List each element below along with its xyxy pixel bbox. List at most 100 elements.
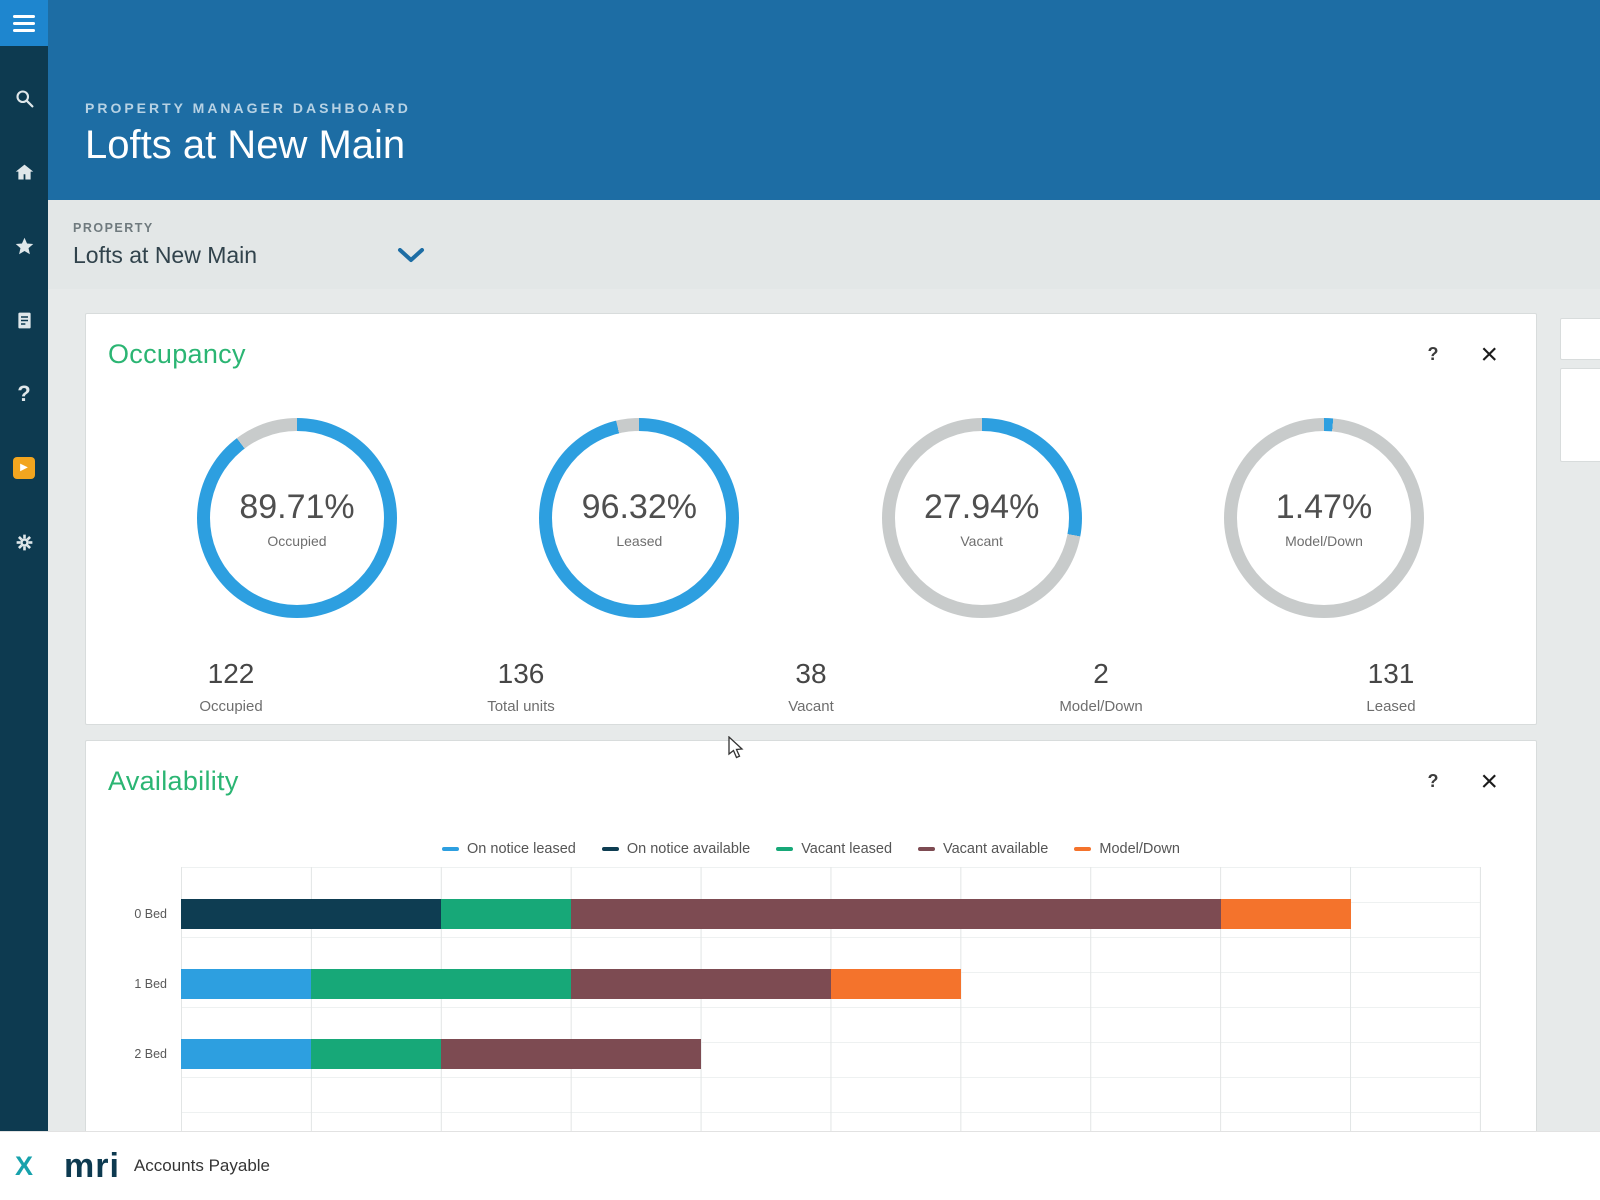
home-icon[interactable] [12,160,36,184]
legend-label: Vacant leased [801,841,892,857]
stat-label: Vacant [666,698,956,715]
stat-value: 131 [1246,658,1536,690]
bar-segment-vacant-leased[interactable] [311,1039,441,1069]
legend-item[interactable]: Vacant leased [776,841,892,857]
header: PROPERTY MANAGER DASHBOARD Lofts at New … [48,0,1600,200]
stat-label: Total units [376,698,666,715]
mri-logo: mri [64,1147,120,1186]
bar-category-label: 1 Bed [86,977,181,991]
gauge-label: Model/Down [1285,533,1363,549]
bar-segment-on-notice-leased[interactable] [181,1039,311,1069]
property-value: Lofts at New Main [73,242,257,269]
availability-card-header: Availability ? × [86,741,1536,797]
chevron-down-icon [397,248,425,264]
legend-item[interactable]: On notice leased [442,841,576,857]
bar-segment-vacant-available[interactable] [571,899,1221,929]
occupancy-close-button[interactable]: × [1480,340,1498,370]
header-eyebrow: PROPERTY MANAGER DASHBOARD [85,100,1600,116]
bar-track [181,899,1481,929]
page-title: Lofts at New Main [85,123,1600,168]
occupancy-gauges: 89.71% Occupied 96.32% Leased 27.94% Vac… [86,418,1536,618]
donut-leased: 96.32% Leased [539,418,739,618]
sidebar-icon-list: ? ▶ [12,86,36,554]
stat-vacant: 38 Vacant [666,658,956,715]
occupancy-title: Occupancy [108,339,246,370]
availability-help-button[interactable]: ? [1427,771,1438,792]
legend-item[interactable]: On notice available [602,841,750,857]
bar-segment-model-down[interactable] [1221,899,1351,929]
bar-track [181,1039,1481,1069]
menu-button[interactable] [0,0,48,46]
property-bar: PROPERTY Lofts at New Main [48,200,1600,289]
gauge-label: Vacant [960,533,1003,549]
legend-label: Model/Down [1099,841,1180,857]
bar-category-label: 0 Bed [86,907,181,921]
right-edge-panel [1553,318,1600,1138]
footer: X mri Accounts Payable [0,1131,1600,1200]
stat-value: 38 [666,658,956,690]
occupancy-stats: 122 Occupied 136 Total units 38 Vacant 2… [86,658,1536,715]
bar-row: 0 Bed [86,879,1536,949]
legend-item[interactable]: Vacant available [918,841,1048,857]
stat-model-down: 2 Model/Down [956,658,1246,715]
stat-leased: 131 Leased [1246,658,1536,715]
bar-row: 2 Bed [86,1019,1536,1089]
settings-gear-icon[interactable] [12,530,36,554]
bar-row: 1 Bed [86,949,1536,1019]
x-logo-icon[interactable]: X [0,1151,48,1182]
legend-swatch [918,847,935,851]
availability-close-button[interactable]: × [1480,767,1498,797]
stat-value: 136 [376,658,666,690]
legend-label: Vacant available [943,841,1048,857]
stat-label: Leased [1246,698,1536,715]
legend-swatch [776,847,793,851]
help-icon[interactable]: ? [12,382,36,406]
bar-segment-vacant-leased[interactable] [311,969,571,999]
bar-segment-vacant-available[interactable] [571,969,831,999]
training-icon[interactable]: ▶ [12,456,36,480]
star-icon[interactable] [12,234,36,258]
bar-segment-vacant-available[interactable] [441,1039,701,1069]
reports-icon[interactable] [12,308,36,332]
peeking-card [1560,368,1600,462]
donut-occupied: 89.71% Occupied [197,418,397,618]
legend-item[interactable]: Model/Down [1074,841,1180,857]
legend-swatch [602,847,619,851]
occupancy-help-button[interactable]: ? [1427,344,1438,365]
occupancy-card-header: Occupancy ? × [86,314,1536,370]
stat-label: Model/Down [956,698,1246,715]
bar-segment-on-notice-leased[interactable] [181,969,311,999]
gauge-percent: 89.71% [239,488,354,527]
gauge-percent: 1.47% [1276,488,1372,527]
legend-label: On notice leased [467,841,576,857]
donut-vacant: 27.94% Vacant [882,418,1082,618]
stat-occupied: 122 Occupied [86,658,376,715]
gauge-label: Leased [616,533,662,549]
search-icon[interactable] [12,86,36,110]
occupancy-card: Occupancy ? × 89.71% Occupied 96.32% Lea… [85,313,1537,725]
bar-segment-vacant-leased[interactable] [441,899,571,929]
gauge-percent: 27.94% [924,488,1039,527]
stat-value: 122 [86,658,376,690]
availability-title: Availability [108,766,239,797]
bar-track [181,969,1481,999]
legend-label: On notice available [627,841,750,857]
footer-app-name: Accounts Payable [134,1156,270,1176]
donut-model-down: 1.47% Model/Down [1224,418,1424,618]
stat-total-units: 136 Total units [376,658,666,715]
availability-legend: On notice leased On notice available Vacan… [86,841,1536,857]
property-dropdown[interactable]: Lofts at New Main [73,242,1600,269]
main-content: Occupancy ? × 89.71% Occupied 96.32% Lea… [48,289,1600,1200]
stat-label: Occupied [86,698,376,715]
sidebar: ? ▶ [0,0,48,1131]
stat-value: 2 [956,658,1246,690]
gauge-label: Occupied [267,533,326,549]
legend-swatch [442,847,459,851]
property-label: PROPERTY [73,221,1600,235]
gauge-percent: 96.32% [582,488,697,527]
bar-segment-on-notice-available[interactable] [181,899,441,929]
bar-segment-model-down[interactable] [831,969,961,999]
bar-category-label: 2 Bed [86,1047,181,1061]
peeking-card [1560,318,1600,360]
legend-swatch [1074,847,1091,851]
